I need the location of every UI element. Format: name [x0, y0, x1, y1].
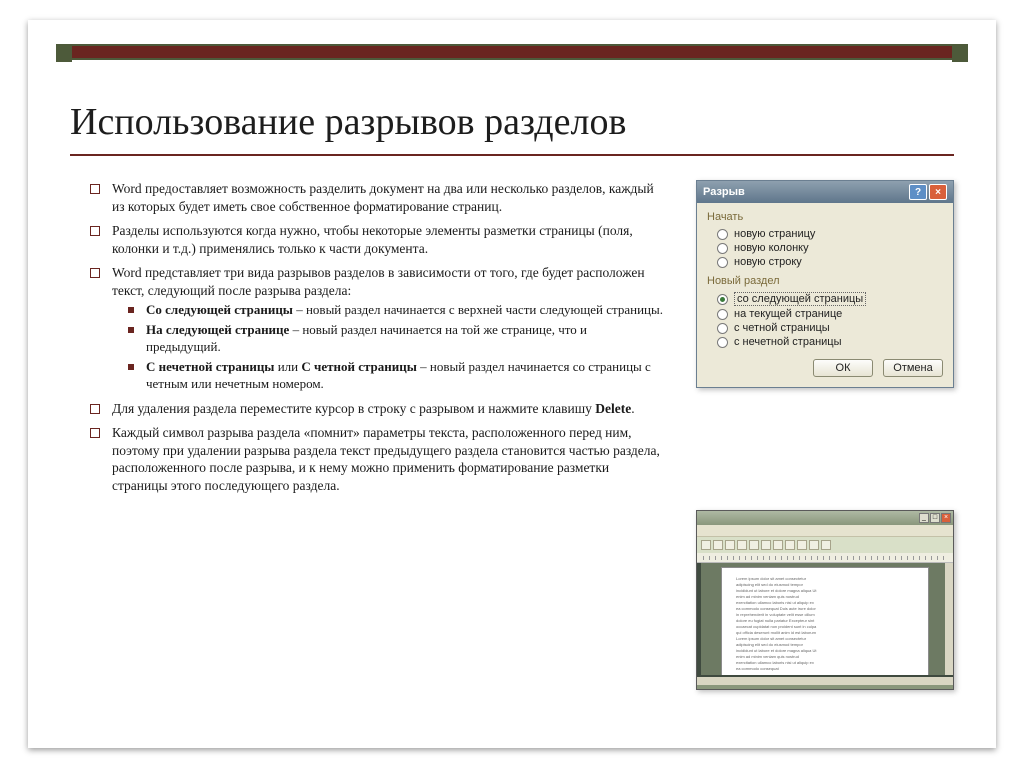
bullet-text: Word представляет три вида разрывов разд…: [112, 265, 645, 298]
radio-icon: [717, 243, 728, 254]
word-screenshot-thumbnail: _ □ × Lorem ipsum dolor sit amet consect…: [696, 510, 954, 690]
radio-label: новую строку: [734, 256, 802, 268]
toolbar-icon[interactable]: [749, 540, 759, 550]
bullet-text: Для удаления раздела переместите курсор …: [112, 401, 595, 416]
toolbar-icon[interactable]: [725, 540, 735, 550]
dialog-title: Разрыв: [703, 186, 907, 198]
toolbar-icon[interactable]: [761, 540, 771, 550]
bullet-text: Каждый символ разрыва раздела «помнит» п…: [112, 425, 660, 493]
radio-current-page[interactable]: на текущей странице: [707, 307, 943, 321]
thumb-page: Lorem ipsum dolor sit amet consectetur a…: [721, 567, 929, 675]
break-dialog: Разрыв ? × Начать новую страницу новую к…: [696, 180, 954, 388]
group-label-start: Начать: [707, 211, 943, 223]
ok-button[interactable]: ОК: [813, 359, 873, 377]
thumb-scrollbar-vertical[interactable]: [945, 563, 953, 675]
bullet-text: Word предоставляет возможность разделить…: [112, 181, 654, 214]
bullet-item: Word представляет три вида разрывов разд…: [84, 264, 664, 393]
bullet-item: Для удаления раздела переместите курсор …: [84, 400, 664, 418]
radio-label: новую колонку: [734, 242, 809, 254]
toolbar-icon[interactable]: [773, 540, 783, 550]
radio-new-column[interactable]: новую колонку: [707, 241, 943, 255]
thumb-statusbar: [697, 685, 953, 689]
bullet-text: Разделы используются когда нужно, чтобы …: [112, 223, 633, 256]
toolbar-icon[interactable]: [785, 540, 795, 550]
radio-icon: [717, 337, 728, 348]
sub-bold: На следующей странице: [146, 322, 289, 337]
decorative-square-right: [952, 46, 968, 62]
radio-even-page[interactable]: с четной страницы: [707, 321, 943, 335]
radio-label: со следующей страницы: [734, 292, 866, 306]
sub-bullet-item: На следующей странице – новый раздел нач…: [112, 322, 664, 356]
bullet-text: .: [631, 401, 634, 416]
bullet-bold: Delete: [595, 401, 631, 416]
slide: Использование разрывов разделов Word пре…: [28, 20, 996, 748]
radio-label: с нечетной страницы: [734, 336, 842, 348]
radio-icon: [717, 257, 728, 268]
toolbar-icon[interactable]: [809, 540, 819, 550]
minimize-icon[interactable]: _: [919, 513, 929, 523]
thumb-titlebar: _ □ ×: [697, 511, 953, 525]
radio-icon: [717, 309, 728, 320]
bullet-item: Разделы используются когда нужно, чтобы …: [84, 222, 664, 257]
sub-bold: С четной страницы: [301, 359, 417, 374]
decorative-top-rule: [56, 44, 968, 60]
decorative-square-left: [56, 46, 72, 62]
sub-bold: С нечетной страницы: [146, 359, 274, 374]
radio-new-line[interactable]: новую строку: [707, 255, 943, 269]
maximize-icon[interactable]: □: [930, 513, 940, 523]
toolbar-icon[interactable]: [821, 540, 831, 550]
radio-next-page[interactable]: со следующей страницы: [707, 291, 943, 307]
thumb-menubar: [697, 525, 953, 537]
radio-icon-selected: [717, 294, 728, 305]
sub-text: или: [274, 359, 301, 374]
sub-text: – новый раздел начинается с верхней част…: [293, 302, 663, 317]
dialog-titlebar[interactable]: Разрыв ? ×: [697, 181, 953, 203]
dialog-body: Начать новую страницу новую колонку нову…: [697, 203, 953, 387]
close-icon[interactable]: ×: [941, 513, 951, 523]
group-label-section: Новый раздел: [707, 275, 943, 287]
thumb-ruler: [697, 553, 953, 563]
dialog-actions: ОК Отмена: [707, 349, 943, 377]
radio-label: с четной страницы: [734, 322, 830, 334]
slide-title: Использование разрывов разделов: [70, 100, 954, 144]
sub-bullet-item: Со следующей страницы – новый раздел нач…: [112, 302, 664, 319]
sub-bold: Со следующей страницы: [146, 302, 293, 317]
bullet-item: Каждый символ разрыва раздела «помнит» п…: [84, 424, 664, 494]
thumb-scrollbar-horizontal[interactable]: [697, 677, 953, 685]
radio-label: новую страницу: [734, 228, 815, 240]
bullet-item: Word предоставляет возможность разделить…: [84, 180, 664, 215]
sub-bullet-item: С нечетной страницы или С четной страниц…: [112, 359, 664, 393]
toolbar-icon[interactable]: [701, 540, 711, 550]
help-button[interactable]: ?: [909, 184, 927, 200]
toolbar-icon[interactable]: [797, 540, 807, 550]
thumb-toolbar: [697, 537, 953, 553]
body-content: Word предоставляет возможность разделить…: [84, 180, 664, 501]
toolbar-icon[interactable]: [713, 540, 723, 550]
cancel-button[interactable]: Отмена: [883, 359, 943, 377]
radio-new-page[interactable]: новую страницу: [707, 227, 943, 241]
radio-odd-page[interactable]: с нечетной страницы: [707, 335, 943, 349]
radio-icon: [717, 323, 728, 334]
title-area: Использование разрывов разделов: [70, 100, 954, 156]
radio-label: на текущей странице: [734, 308, 842, 320]
toolbar-icon[interactable]: [737, 540, 747, 550]
close-button[interactable]: ×: [929, 184, 947, 200]
thumb-page-area: Lorem ipsum dolor sit amet consectetur a…: [701, 563, 949, 675]
radio-icon: [717, 229, 728, 240]
title-underline: [70, 154, 954, 156]
